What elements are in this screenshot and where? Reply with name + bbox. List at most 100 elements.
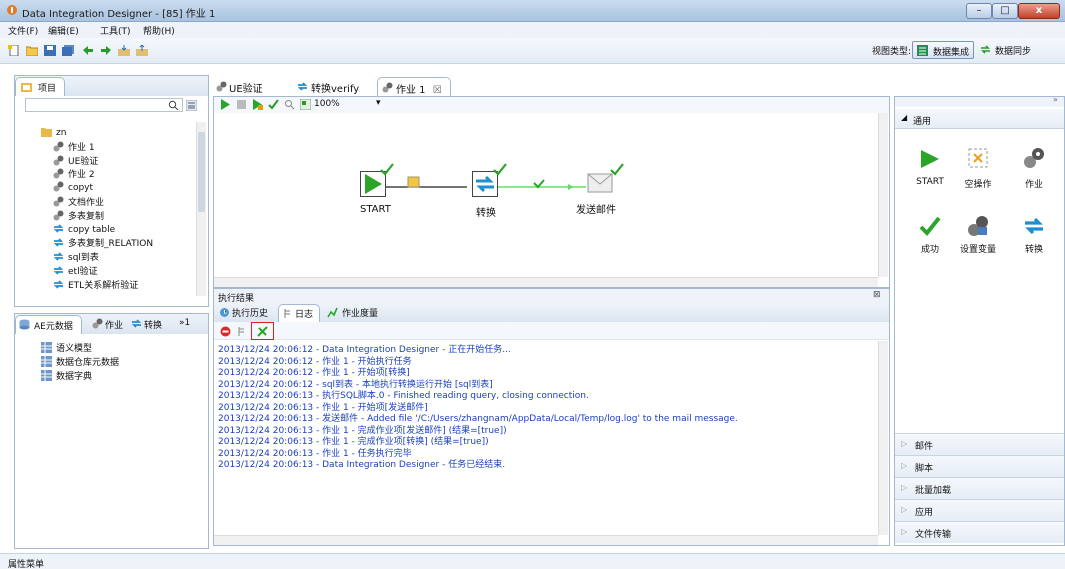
preview-icon[interactable] bbox=[284, 99, 295, 110]
view-integration-button[interactable]: 数据集成 bbox=[912, 41, 975, 59]
history-icon bbox=[220, 308, 229, 317]
tab-exec-history[interactable]: 执行历史 bbox=[216, 304, 272, 322]
node-start-label: START bbox=[360, 204, 391, 215]
palette-dummy-icon[interactable] bbox=[967, 147, 989, 169]
palette-transform-icon[interactable] bbox=[1023, 215, 1045, 237]
metadata-item[interactable]: 语义模型 bbox=[41, 341, 92, 354]
palette-job-icon[interactable] bbox=[1023, 147, 1045, 169]
tree-item[interactable]: copy table bbox=[53, 223, 115, 235]
palette-section-general[interactable]: ◢ 通用 bbox=[895, 109, 1064, 129]
log-toolbar bbox=[214, 322, 889, 340]
save-icon[interactable] bbox=[44, 45, 56, 56]
run-icon[interactable] bbox=[220, 99, 231, 110]
tab-ae-metadata[interactable]: AE元数据 bbox=[15, 315, 82, 334]
menu-file[interactable]: 文件(F) bbox=[8, 24, 38, 37]
tree-item[interactable]: UE验证 bbox=[53, 154, 98, 167]
results-close-icon[interactable]: ⊠ bbox=[873, 290, 881, 300]
layout-icon[interactable] bbox=[300, 99, 311, 110]
palette-accordion-item[interactable]: ▷ 批量加载 bbox=[895, 477, 1064, 499]
tree-item[interactable]: 作业 1 bbox=[53, 140, 95, 153]
log-hscroll[interactable] bbox=[214, 535, 878, 545]
close-button[interactable]: x bbox=[1018, 3, 1060, 19]
log-text-area[interactable]: 2013/12/24 20:06:12 - Data Integration D… bbox=[214, 341, 877, 535]
tree-item[interactable]: sql到表 bbox=[53, 250, 99, 263]
log-line: 2013/12/24 20:06:13 - Data Integration D… bbox=[218, 460, 506, 470]
undo-icon[interactable] bbox=[82, 45, 94, 56]
import-icon[interactable] bbox=[118, 45, 130, 56]
metadata-item[interactable]: 数据字典 bbox=[41, 369, 92, 382]
log-filter-icon[interactable] bbox=[257, 326, 268, 337]
maximize-button[interactable]: □ bbox=[992, 3, 1018, 19]
check-icon[interactable] bbox=[268, 99, 279, 110]
log-settings-icon[interactable] bbox=[236, 326, 247, 337]
palette-start-icon[interactable] bbox=[919, 149, 941, 169]
tree-item[interactable]: 文档作业 bbox=[53, 195, 104, 208]
tab-ue-verify[interactable]: UE验证 bbox=[213, 77, 271, 96]
minimize-button[interactable]: – bbox=[966, 3, 992, 19]
tab-transform[interactable]: 转换 bbox=[128, 315, 170, 334]
zoom-dropdown-icon[interactable]: ▾ bbox=[376, 98, 381, 108]
tab-transform-verify[interactable]: 转换verify bbox=[293, 77, 367, 96]
tree-item[interactable]: ETL关系解析验证 bbox=[53, 278, 138, 291]
project-search-input[interactable] bbox=[25, 98, 183, 112]
tab-job[interactable]: 作业 bbox=[89, 315, 131, 334]
sync-icon bbox=[981, 45, 990, 54]
canvas-hscroll[interactable] bbox=[214, 277, 878, 287]
search-icon[interactable] bbox=[168, 100, 179, 111]
status-bar: 属性菜单 bbox=[0, 553, 1065, 569]
project-panel: 项目 zn 作业 1 UE验证 作业 2 copyt 文档作业多表复制 copy table… bbox=[14, 75, 209, 307]
tree-item[interactable]: zn bbox=[41, 126, 66, 138]
grid-icon bbox=[41, 370, 52, 381]
metadata-item[interactable]: 数据仓库元数据 bbox=[41, 355, 119, 368]
tree-item-label: 多表复制 bbox=[68, 211, 105, 222]
run-options-icon[interactable] bbox=[252, 99, 263, 110]
tree-item-label: copyt bbox=[68, 183, 94, 194]
clear-log-icon[interactable] bbox=[220, 326, 231, 337]
tab-job-metrics[interactable]: 作业度量 bbox=[324, 304, 384, 322]
tree-item[interactable]: etl验证 bbox=[53, 264, 98, 277]
lock-icon bbox=[407, 176, 420, 188]
menu-tools[interactable]: 工具(T) bbox=[100, 24, 131, 37]
tab-overflow[interactable]: »1 bbox=[175, 315, 190, 334]
palette-accordion-item[interactable]: ▷ 脚本 bbox=[895, 455, 1064, 477]
export-icon[interactable] bbox=[136, 45, 148, 56]
tree-item-label: etl验证 bbox=[68, 267, 98, 277]
palette-accordion-label: 应用 bbox=[915, 508, 934, 518]
menu-help[interactable]: 帮助(H) bbox=[143, 24, 175, 37]
log-vscroll[interactable] bbox=[878, 341, 888, 535]
palette-success-icon[interactable] bbox=[919, 215, 941, 237]
palette-set-variable-icon[interactable] bbox=[967, 215, 989, 237]
tree-item[interactable]: 多表复制_RELATION bbox=[53, 236, 153, 249]
expand-icon: ▷ bbox=[901, 483, 908, 492]
redo-icon[interactable] bbox=[100, 45, 112, 56]
stop-icon[interactable] bbox=[236, 99, 247, 110]
new-file-icon[interactable] bbox=[8, 45, 20, 56]
job-canvas bbox=[383, 176, 586, 190]
view-sync-button[interactable]: 数据同步 bbox=[980, 44, 1031, 57]
tree-item-label: 多表复制_RELATION bbox=[68, 239, 154, 250]
zoom-level[interactable]: 100% bbox=[314, 99, 340, 109]
palette-collapse-icon[interactable]: » bbox=[1053, 95, 1058, 104]
log-icon bbox=[284, 309, 290, 318]
project-tree-scrollbar[interactable] bbox=[196, 122, 206, 296]
window-title: Data Integration Designer - [85] 作业 1 bbox=[22, 9, 216, 20]
palette-accordion-item[interactable]: ▷ 应用 bbox=[895, 499, 1064, 521]
palette-success-label: 成功 bbox=[920, 245, 939, 255]
tree-item[interactable]: 作业 2 bbox=[53, 167, 95, 180]
tree-item[interactable]: copyt bbox=[53, 181, 93, 193]
open-folder-icon[interactable] bbox=[26, 45, 38, 56]
canvas-vscroll[interactable] bbox=[878, 113, 888, 277]
save-all-icon[interactable] bbox=[62, 45, 74, 56]
menu-edit[interactable]: 编辑(E) bbox=[48, 24, 79, 37]
tab-close-icon[interactable]: ☒ bbox=[433, 85, 442, 96]
tree-item-label: 作业 1 bbox=[68, 142, 95, 153]
palette-accordion-item[interactable]: ▷ 文件传输 bbox=[895, 521, 1064, 543]
node-start-status-icon bbox=[380, 163, 394, 176]
metadata-panel: AE元数据 作业 转换 »1 语义模型 数据仓库元数据 数据字典 bbox=[14, 313, 209, 549]
palette-accordion-item[interactable]: ▷ 邮件 bbox=[895, 433, 1064, 455]
tab-job-1[interactable]: 作业 1 ☒ bbox=[377, 77, 451, 96]
tab-log[interactable]: 日志 bbox=[278, 304, 321, 322]
filter-icon[interactable] bbox=[186, 100, 197, 111]
tree-item[interactable]: 多表复制 bbox=[53, 209, 104, 222]
tab-project[interactable]: 项目 bbox=[15, 77, 66, 96]
